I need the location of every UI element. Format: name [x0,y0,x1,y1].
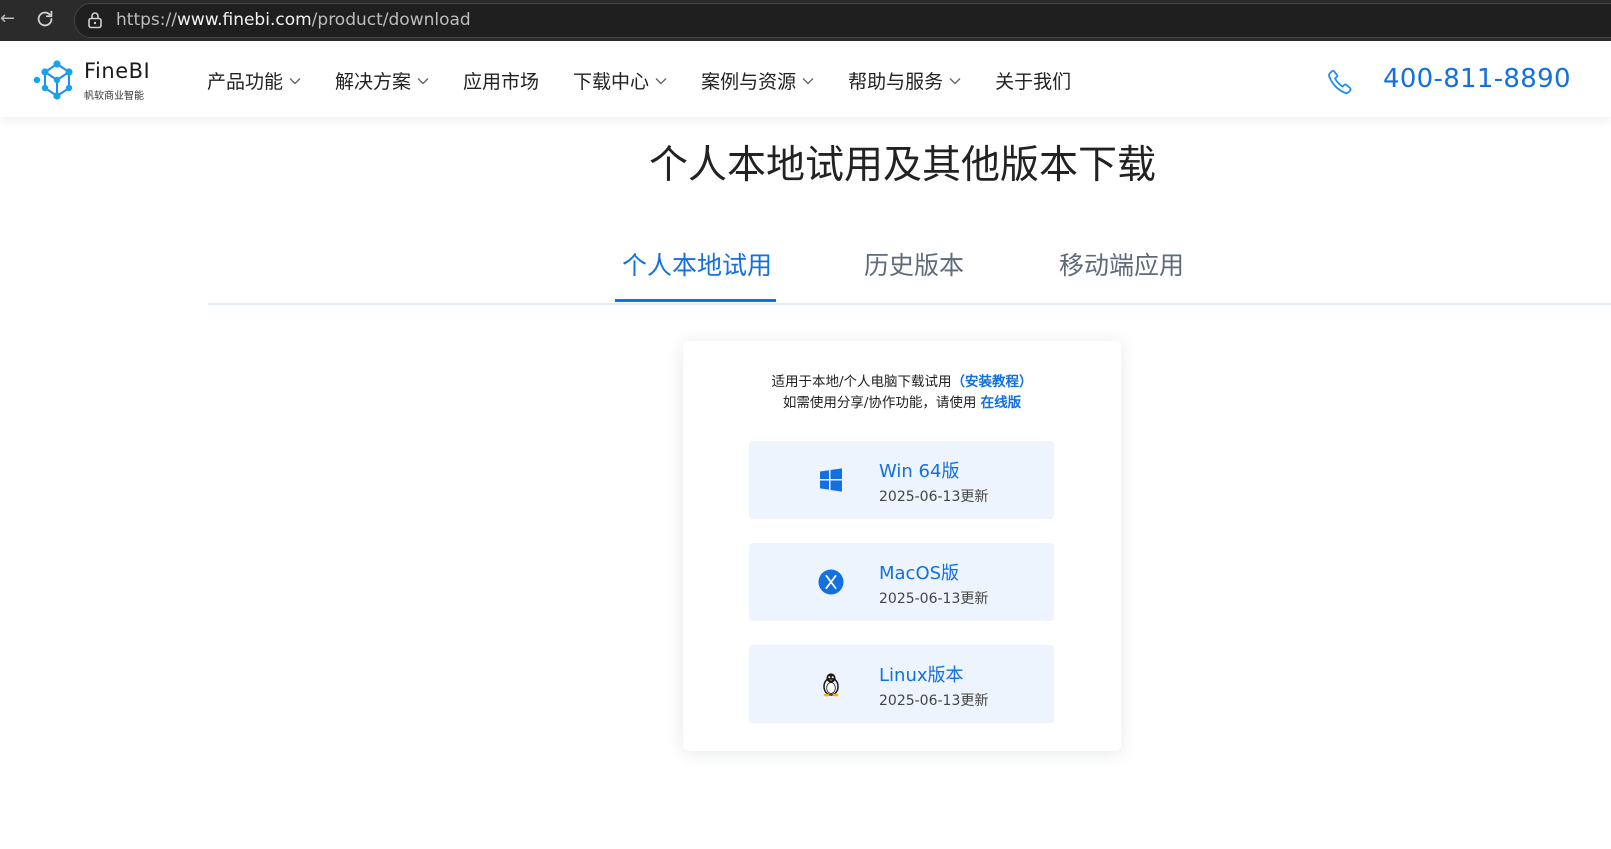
install-tutorial-link[interactable]: （安装教程） [952,374,1033,390]
finebi-logo-icon [34,60,73,100]
page-title: 个人本地试用及其他版本下载 [648,143,1156,188]
chevron-down-icon [802,77,814,84]
note-line-1: 适用于本地/个人电脑下载试用（安装教程） [683,372,1121,393]
url-prefix: https:// [116,10,177,30]
nav-label: 案例与资源 [701,71,797,93]
download-card: 适用于本地/个人电脑下载试用（安装教程） 如需使用分享/协作功能，请使用 在线版… [683,341,1121,751]
nav-label: 关于我们 [995,71,1072,93]
download-windows-button[interactable]: Win 64版 2025-06-13更新 [749,441,1054,519]
tab-personal-local-trial[interactable]: 个人本地试用 [622,246,772,282]
nav-label: 解决方案 [335,71,412,93]
download-date: 2025-06-13更新 [879,693,989,709]
reload-icon[interactable] [34,8,56,30]
tab-history-versions[interactable]: 历史版本 [864,246,964,282]
card-note: 适用于本地/个人电脑下载试用（安装教程） 如需使用分享/协作功能，请使用 在线版 [683,372,1121,414]
logo-subtitle: 帆软商业智能 [84,91,144,102]
finebi-logo[interactable]: FineBI 帆软商业智能 [34,58,154,104]
nav-item-cases-resources[interactable]: 案例与资源 [701,67,814,94]
address-bar[interactable]: https://www.finebi.com/product/download [74,3,1611,38]
logo-name: FineBI [84,59,151,83]
active-tab-indicator [615,299,776,302]
nav-item-app-market[interactable]: 应用市场 [463,67,539,94]
site-header: FineBI 帆软商业智能 产品功能 解决方案 应用市场 下载中心 案例与资源 … [0,44,1611,117]
chevron-down-icon [417,77,429,84]
linux-icon [823,673,839,697]
nav-label: 应用市场 [463,71,540,93]
download-name: Linux版本 [879,665,964,686]
browser-toolbar: ← https://www.finebi.com/product/downloa… [0,0,1611,41]
download-name: Win 64版 [879,461,960,482]
chevron-down-icon [655,77,667,84]
chevron-down-icon [949,77,961,84]
nav-item-about-us[interactable]: 关于我们 [995,67,1071,94]
note-line-2: 如需使用分享/协作功能，请使用 在线版 [683,393,1121,414]
nav-item-solutions[interactable]: 解决方案 [335,67,429,94]
phone-icon[interactable] [1326,68,1354,96]
download-name: MacOS版 [879,563,960,584]
url-host: www.finebi.com [176,10,312,30]
nav-label: 产品功能 [207,71,284,93]
note-text-1: 适用于本地/个人电脑下载试用 [771,374,952,390]
windows-icon [820,468,842,492]
download-linux-button[interactable]: Linux版本 2025-06-13更新 [749,645,1054,723]
nav-item-help-services[interactable]: 帮助与服务 [848,67,961,94]
tab-mobile-apps[interactable]: 移动端应用 [1059,246,1184,282]
note-text-2: 如需使用分享/协作功能，请使用 [782,395,981,411]
nav-item-download-center[interactable]: 下载中心 [573,67,667,94]
nav-label: 帮助与服务 [848,71,944,93]
url-path: /product/download [311,10,471,30]
main-nav: 产品功能 解决方案 应用市场 下载中心 案例与资源 帮助与服务 关于我们 [207,44,1105,117]
version-tabs: 个人本地试用 历史版本 移动端应用 [208,240,1611,305]
online-version-link[interactable]: 在线版 [981,395,1022,411]
download-date: 2025-06-13更新 [879,591,989,607]
lock-icon[interactable] [85,10,105,30]
back-arrow-icon[interactable]: ← [0,9,15,29]
nav-item-product-features[interactable]: 产品功能 [207,67,301,94]
url-text: https://www.finebi.com/product/download [116,9,471,31]
download-macos-button[interactable]: MacOS版 2025-06-13更新 [749,543,1054,621]
phone-number[interactable]: 400-811-8890 [1383,64,1571,94]
chevron-down-icon [289,77,301,84]
macos-icon [818,569,844,595]
download-date: 2025-06-13更新 [879,489,989,505]
nav-label: 下载中心 [573,71,650,93]
